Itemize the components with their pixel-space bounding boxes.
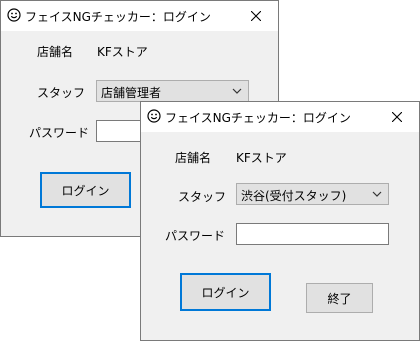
store-label: 店舗名 (37, 45, 74, 59)
login-window-front: フェイスNGチェッカー：ログイン 店舗名 KFストア スタッフ 渋谷(受付スタッ… (140, 101, 420, 341)
smiley-icon (7, 8, 21, 22)
staff-label: スタッフ (37, 86, 86, 100)
password-label: パスワード (165, 229, 226, 243)
staff-dropdown[interactable]: 渋谷(受付スタッフ) (236, 183, 389, 205)
staff-dropdown[interactable]: 店舗管理者 (96, 80, 249, 102)
close-icon (251, 11, 261, 21)
chevron-down-icon (232, 88, 242, 94)
title-bar[interactable]: フェイスNGチェッカー：ログイン (1, 1, 278, 31)
title-bar[interactable]: フェイスNGチェッカー：ログイン (141, 102, 419, 132)
store-value: KFストア (236, 151, 287, 165)
staff-selected: 店舗管理者 (101, 86, 162, 100)
password-label: パスワード (29, 126, 90, 140)
login-button[interactable]: ログイン (180, 273, 271, 311)
close-button[interactable] (375, 102, 419, 132)
smiley-icon (147, 109, 161, 123)
store-label: 店舗名 (175, 151, 212, 165)
close-button[interactable] (234, 1, 278, 31)
window-title: フェイスNGチェッカー：ログイン (25, 10, 211, 24)
chevron-down-icon (372, 191, 382, 197)
password-field[interactable] (236, 223, 389, 245)
staff-label: スタッフ (178, 190, 227, 204)
login-button[interactable]: ログイン (40, 172, 131, 208)
store-value: KFストア (97, 45, 148, 59)
staff-selected: 渋谷(受付スタッフ) (241, 189, 347, 203)
exit-button[interactable]: 終了 (306, 283, 373, 313)
window-title: フェイスNGチェッカー：ログイン (165, 111, 351, 125)
close-icon (392, 112, 402, 122)
